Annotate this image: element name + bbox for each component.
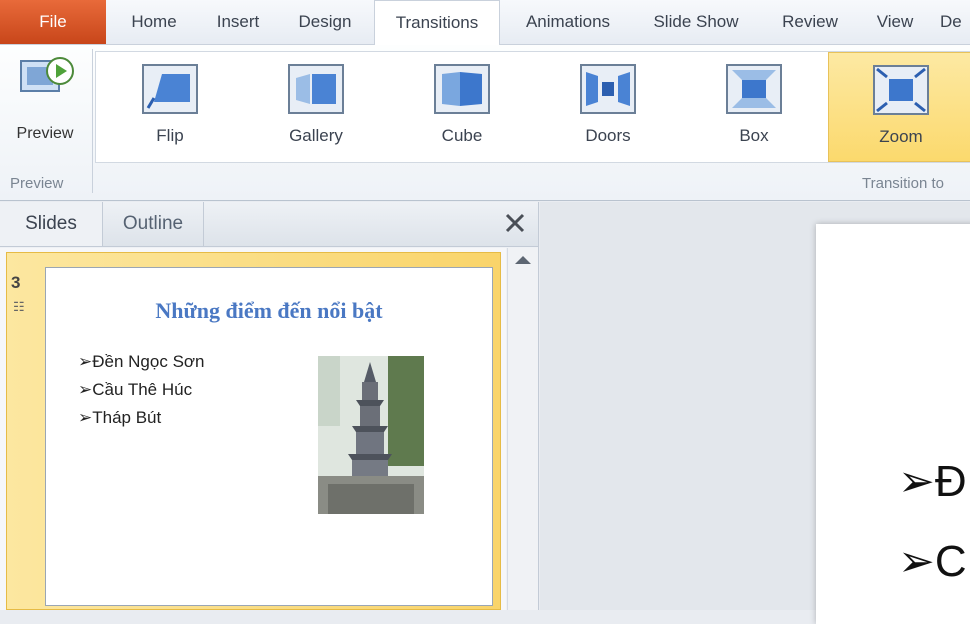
effect-flip[interactable]: Flip	[98, 52, 242, 162]
tab-design[interactable]: Design	[288, 0, 362, 44]
slide-editor: ➢Đ ➢C	[540, 202, 970, 624]
preview-button[interactable]: Preview	[6, 51, 84, 161]
tab-transitions[interactable]: Transitions	[374, 0, 500, 45]
effect-gallery[interactable]: Gallery	[244, 52, 388, 162]
main-slide-canvas[interactable]: ➢Đ ➢C	[816, 224, 970, 624]
preview-group-label: Preview	[10, 175, 64, 192]
effect-label: Doors	[585, 126, 631, 145]
slide-card: Những điểm đến nổi bật ➢Đền Ngọc Sơn ➢Cầ…	[45, 267, 493, 606]
main-slide-bullet: ➢Đ	[898, 457, 967, 506]
preview-button-label: Preview	[16, 125, 74, 142]
slide-thumbnail-selected[interactable]: 3 ☷ Những điểm đến nổi bật ➢Đền Ngọc Sơn…	[6, 252, 501, 610]
bullet-item: ➢Tháp Bút	[78, 408, 162, 427]
bullet-item: ➢Đền Ngọc Sơn	[78, 352, 205, 371]
animation-indicator-icon: ☷	[13, 299, 25, 314]
cube-transition-icon	[434, 64, 490, 114]
doors-transition-icon	[580, 64, 636, 114]
effect-doors[interactable]: Doors	[536, 52, 680, 162]
preview-icon	[20, 57, 74, 92]
tab-review[interactable]: Review	[770, 0, 850, 44]
effect-label: Gallery	[289, 126, 343, 145]
tab-view[interactable]: View	[862, 0, 928, 44]
tab-home[interactable]: Home	[120, 0, 188, 44]
tab-animations[interactable]: Animations	[512, 0, 624, 44]
tab-slides[interactable]: Slides	[0, 202, 103, 246]
ribbon-tab-bar: File Home Insert Design Transitions Anim…	[0, 0, 970, 45]
transition-gallery: Flip Gallery Cube Doors Box Zoom	[95, 51, 970, 163]
tab-developer-partial[interactable]: De	[940, 0, 970, 44]
slide-bullets: ➢Đền Ngọc Sơn ➢Cầu Thê Húc ➢Tháp Bút	[78, 352, 205, 436]
slide-number: 3	[11, 273, 21, 292]
close-icon[interactable]	[502, 210, 528, 236]
slide-thumbnails: 3 ☷ Những điểm đến nổi bật ➢Đền Ngọc Sơn…	[0, 248, 506, 610]
tab-outline[interactable]: Outline	[103, 202, 204, 246]
gallery-transition-icon	[288, 64, 344, 114]
pane-tab-bar: Slides Outline	[0, 202, 538, 247]
effect-label: Box	[739, 126, 769, 145]
effect-box[interactable]: Box	[682, 52, 826, 162]
tab-file[interactable]: File	[0, 0, 106, 44]
zoom-transition-icon	[873, 65, 929, 115]
pane-scrollbar[interactable]	[507, 248, 538, 610]
slides-pane: Slides Outline 3 ☷ Những điểm đến nổi bậ…	[0, 202, 539, 610]
group-divider	[92, 49, 93, 193]
slide-title: Những điểm đến nổi bật	[155, 298, 383, 323]
box-transition-icon	[726, 64, 782, 114]
tab-insert[interactable]: Insert	[205, 0, 271, 44]
effect-zoom[interactable]: Zoom	[828, 52, 970, 162]
tab-slide-show[interactable]: Slide Show	[640, 0, 752, 44]
effect-label: Cube	[441, 126, 483, 145]
bullet-item: ➢Cầu Thê Húc	[78, 380, 193, 399]
main-slide-bullet: ➢C	[898, 537, 967, 586]
flip-transition-icon	[142, 64, 198, 114]
effect-label: Zoom	[879, 127, 923, 146]
pagoda-image	[318, 356, 424, 514]
effect-cube[interactable]: Cube	[390, 52, 534, 162]
scroll-up-arrow-icon[interactable]	[515, 256, 531, 264]
transition-group-label: Transition to	[862, 175, 944, 192]
effect-label: Flip	[156, 126, 184, 145]
transitions-ribbon: Preview Preview Flip Gallery Cube Doors …	[0, 45, 970, 201]
